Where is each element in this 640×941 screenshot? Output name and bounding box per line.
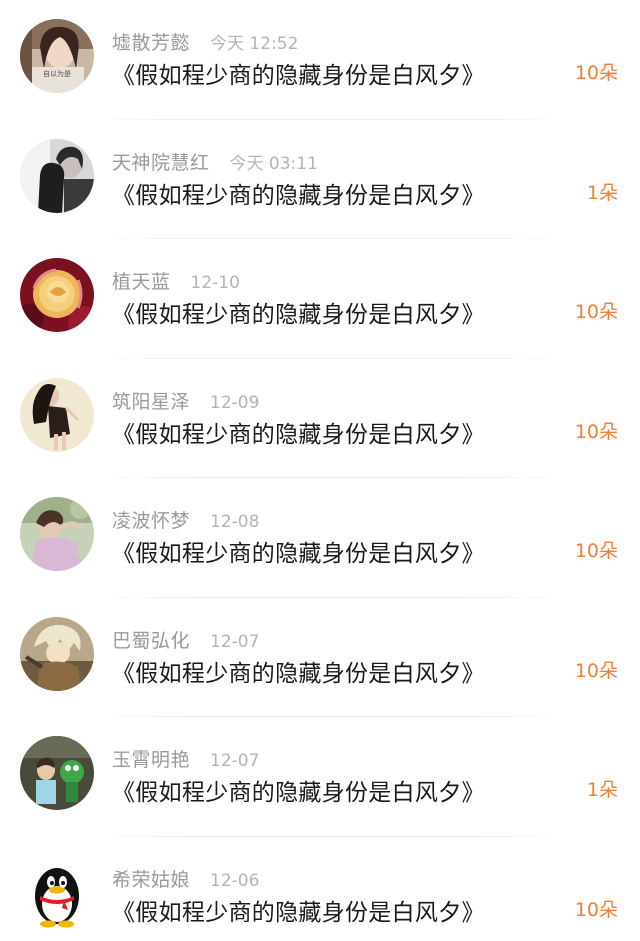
list-item[interactable]: 玉霄明艳 12-07 《假如程少商的隐藏身份是白风夕》 1朵 <box>0 717 640 837</box>
list-item[interactable]: 植天蓝 12-10 《假如程少商的隐藏身份是白风夕》 10朵 <box>0 239 640 359</box>
flower-count: 10朵 <box>574 540 618 562</box>
book-title[interactable]: 《假如程少商的隐藏身份是白风夕》 <box>112 56 485 90</box>
book-title[interactable]: 《假如程少商的隐藏身份是白风夕》 <box>112 893 485 927</box>
timestamp: 12-06 <box>210 870 260 891</box>
list-item[interactable]: 天神院慧红 今天 03:11 《假如程少商的隐藏身份是白风夕》 1朵 <box>0 120 640 239</box>
gift-record-page: 自以为是 墟散芳懿 今天 12:52 《假如程少商的隐藏身份是白风夕》 10朵 <box>0 0 640 941</box>
flower-count: 10朵 <box>574 659 618 682</box>
user-name[interactable]: 天神院慧红 <box>112 148 210 175</box>
couple-photo-avatar[interactable] <box>20 138 94 213</box>
book-title[interactable]: 《假如程少商的隐藏身份是白风夕》 <box>112 176 485 210</box>
timestamp: 今天 03:11 <box>229 153 318 174</box>
flower-count: 10朵 <box>574 898 618 921</box>
item-meta: 希荣姑娘 12-06 <box>112 865 259 891</box>
flower-count: 10朵 <box>574 62 618 84</box>
timestamp: 12-08 <box>210 512 260 532</box>
portrait-girl-avatar[interactable]: 自以为是 <box>20 19 94 93</box>
list-item[interactable]: 巴蜀弘化 12-07 《假如程少商的隐藏身份是白风夕》 10朵 <box>0 598 640 717</box>
item-meta: 筑阳星泽 12-09 <box>112 387 259 413</box>
user-name[interactable]: 巴蜀弘化 <box>112 626 190 653</box>
timestamp: 今天 12:52 <box>210 34 299 54</box>
item-meta: 玉霄明艳 12-07 <box>112 745 259 771</box>
qq-penguin-avatar[interactable] <box>20 855 94 930</box>
flower-count: 1朵 <box>586 779 618 801</box>
flower-count: 1朵 <box>586 181 618 204</box>
timestamp: 12-09 <box>210 392 260 413</box>
list-item[interactable]: 希荣姑娘 12-06 《假如程少商的隐藏身份是白风夕》 10朵 <box>0 837 640 941</box>
girl-outdoor-avatar[interactable] <box>20 497 94 571</box>
item-meta: 巴蜀弘化 12-07 <box>112 626 259 652</box>
user-name[interactable]: 植天蓝 <box>112 267 171 294</box>
book-title[interactable]: 《假如程少商的隐藏身份是白风夕》 <box>112 295 485 329</box>
child-toy-avatar[interactable] <box>20 736 94 810</box>
user-name[interactable]: 玉霄明艳 <box>112 745 190 772</box>
flower-count: 10朵 <box>574 420 618 443</box>
timestamp: 12-07 <box>210 751 260 771</box>
item-meta: 植天蓝 12-10 <box>112 267 240 293</box>
item-meta: 凌波怀梦 12-08 <box>112 506 259 532</box>
flower-count: 10朵 <box>574 301 618 323</box>
list-item[interactable]: 自以为是 墟散芳懿 今天 12:52 《假如程少商的隐藏身份是白风夕》 10朵 <box>0 0 640 120</box>
list-item[interactable]: 筑阳星泽 12-09 《假如程少商的隐藏身份是白风夕》 10朵 <box>0 359 640 478</box>
avatar-caption: 自以为是 <box>43 69 71 78</box>
item-meta: 天神院慧红 今天 03:11 <box>112 148 318 174</box>
book-title[interactable]: 《假如程少商的隐藏身份是白风夕》 <box>112 654 485 688</box>
timestamp: 12-10 <box>190 273 240 293</box>
user-name[interactable]: 筑阳星泽 <box>112 387 190 414</box>
book-title[interactable]: 《假如程少商的隐藏身份是白风夕》 <box>112 534 485 568</box>
dancer-girl-avatar[interactable] <box>20 377 94 452</box>
rose-flower-avatar[interactable] <box>20 258 94 332</box>
book-title[interactable]: 《假如程少商的隐藏身份是白风夕》 <box>112 415 485 449</box>
book-title[interactable]: 《假如程少商的隐藏身份是白风夕》 <box>112 773 485 807</box>
user-name[interactable]: 凌波怀梦 <box>112 506 190 533</box>
list-item[interactable]: 凌波怀梦 12-08 《假如程少商的隐藏身份是白风夕》 10朵 <box>0 478 640 598</box>
anime-character-avatar[interactable] <box>20 616 94 691</box>
user-name[interactable]: 墟散芳懿 <box>112 28 190 55</box>
timestamp: 12-07 <box>210 631 260 652</box>
user-name[interactable]: 希荣姑娘 <box>112 865 190 892</box>
item-meta: 墟散芳懿 今天 12:52 <box>112 28 298 54</box>
gift-list: 自以为是 墟散芳懿 今天 12:52 《假如程少商的隐藏身份是白风夕》 10朵 <box>0 0 640 941</box>
